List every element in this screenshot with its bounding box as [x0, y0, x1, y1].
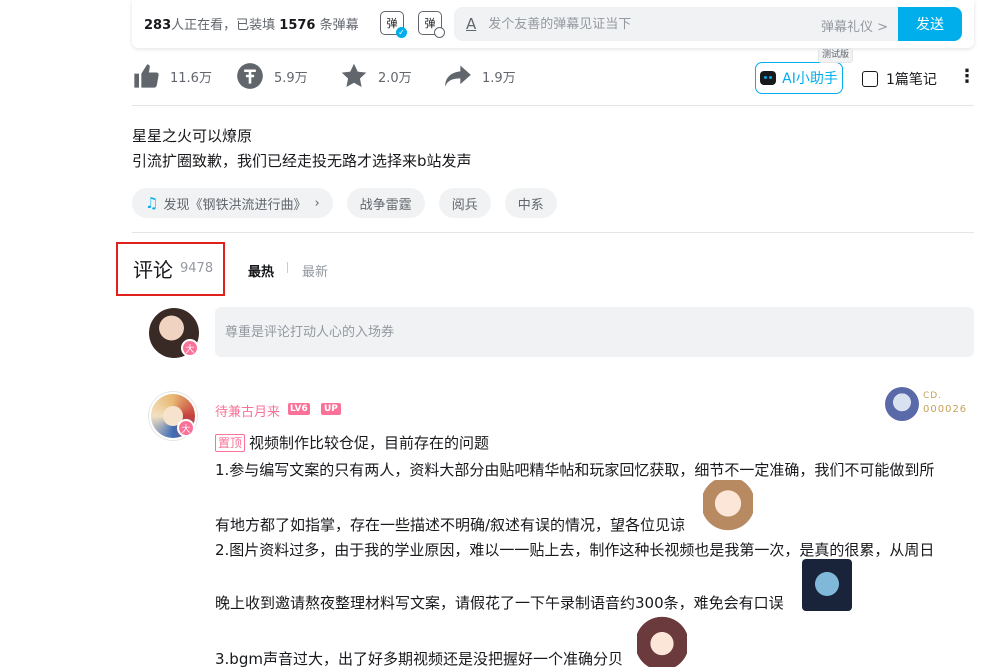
danmaku-settings-icon[interactable]: 弹 — [418, 11, 445, 38]
danmaku-etiquette-link[interactable]: 弹幕礼仪 > — [821, 16, 888, 35]
danmaku-input[interactable] — [488, 16, 789, 32]
comment-line: 置顶 视频制作比较仓促，目前存在的问题 — [215, 432, 489, 453]
tag-chinese-line[interactable]: 中系 — [504, 188, 557, 218]
viewer-count: 283 — [144, 18, 172, 33]
danmaku-toggle-icon[interactable]: 弹 ✓ — [380, 11, 407, 38]
thumbs-up-icon — [134, 64, 159, 88]
music-note-icon: ♫ — [145, 194, 159, 212]
loaded-suffix: 条弹幕 — [315, 18, 359, 33]
divider — [132, 232, 974, 233]
danmaku-input-wrapper: A 弹幕礼仪 > — [454, 7, 898, 41]
beta-badge: 测试版 — [818, 48, 854, 63]
share-count: 1.9万 — [482, 70, 516, 86]
share-arrow-icon — [445, 65, 471, 87]
divider — [132, 105, 974, 106]
chevron-right-icon: › — [314, 195, 320, 211]
vip-badge: 大 — [181, 339, 199, 357]
text-style-icon[interactable]: A — [466, 15, 476, 33]
comment-line: 有地方都了如指掌，存在一些描述不明确/叙述有误的情况，望各位见谅 — [215, 516, 686, 534]
ai-assistant-button[interactable]: AI小助手 — [755, 62, 843, 94]
level-badge: LV6 — [288, 403, 310, 415]
like-button[interactable]: 11.6万 — [132, 62, 212, 90]
tag-parade[interactable]: 阅兵 — [438, 188, 491, 218]
tag-war-thunder[interactable]: 战争雷霆 — [346, 188, 425, 218]
star-icon — [341, 63, 367, 87]
tag-label: 发现《钢铁洪流进行曲》 — [163, 197, 307, 213]
comments-count: 9478 — [180, 261, 214, 276]
comment-line: 1.参与编写文案的只有两人，资料大部分由贴吧精华帖和玩家回忆获取，细节不一定准确… — [215, 461, 935, 479]
description-line-2: 引流扩圈致歉，我们已经走投无路才选择来b站发声 — [132, 152, 472, 170]
sort-separator — [287, 262, 288, 273]
emoji-sticker — [802, 559, 852, 611]
description-line-1: 星星之火可以燎原 — [132, 127, 253, 145]
comment-username[interactable]: 待兼古月来 — [215, 401, 280, 420]
video-description: 星星之火可以燎原 引流扩圈致歉，我们已经走投无路才选择来b站发声 — [132, 124, 472, 174]
gear-icon — [434, 27, 445, 38]
sort-new-tab[interactable]: 最新 — [302, 261, 328, 280]
vip-badge: 大 — [177, 419, 195, 437]
notebook-icon — [862, 71, 878, 87]
viewer-count-text: 283人正在看，已装填 1576 条弹幕 — [144, 14, 359, 33]
coin-button[interactable]: 5.9万 — [236, 62, 308, 90]
comment-line: 2.图片资料过多，由于我的学业原因，难以一一贴上去，制作这种长视频也是我第一次，… — [215, 541, 935, 559]
tag-list: ♫ 发现《钢铁洪流进行曲》 › 战争雷霆 阅兵 中系 — [132, 188, 571, 218]
fan-medal-avatar — [885, 387, 919, 421]
tag-label: 战争雷霆 — [359, 197, 412, 213]
check-icon: ✓ — [396, 27, 407, 38]
sort-hot-tab[interactable]: 最热 — [248, 261, 274, 280]
pinned-badge: 置顶 — [215, 434, 246, 452]
like-count: 11.6万 — [170, 70, 212, 86]
comment-line: 晚上收到邀请熬夜整理材料写文案，请假花了一下午录制语音约300条，难免会有口误 — [215, 594, 784, 612]
comments-title: 评论 — [133, 258, 173, 282]
coin-count: 5.9万 — [274, 70, 308, 86]
viewer-suffix: 人正在看，已装填 — [171, 18, 280, 33]
comment-input[interactable] — [225, 321, 964, 343]
danmaku-bar: 283人正在看，已装填 1576 条弹幕 弹 ✓ 弹 A 弹幕礼仪 > 发送 — [132, 0, 974, 48]
ai-assistant-label: AI小助手 — [782, 71, 838, 87]
favorite-count: 2.0万 — [378, 70, 412, 86]
notes-button[interactable]: 1篇笔记 — [862, 69, 937, 89]
share-button[interactable]: 1.9万 — [444, 62, 516, 90]
tag-music[interactable]: ♫ 发现《钢铁洪流进行曲》 › — [132, 188, 333, 218]
coin-icon — [237, 63, 263, 89]
comment-line-text: 视频制作比较仓促，目前存在的问题 — [249, 434, 490, 452]
danmaku-loaded-count: 1576 — [279, 18, 316, 33]
notes-label: 1篇笔记 — [886, 72, 937, 88]
emoji-sticker — [703, 480, 753, 532]
fan-medal-name: CD. — [923, 391, 943, 401]
tag-label: 阅兵 — [451, 197, 478, 213]
emoji-sticker — [637, 615, 687, 667]
video-toolbar: 11.6万 5.9万 2.0万 1.9万 AI小助手 测试版 1篇笔记 ⋮ — [132, 48, 976, 98]
robot-icon — [760, 71, 777, 85]
favorite-button[interactable]: 2.0万 — [340, 62, 412, 90]
fan-medal-number: 000026 — [923, 404, 968, 415]
danmaku-send-button[interactable]: 发送 — [898, 7, 962, 41]
comment-input-box — [215, 307, 974, 357]
comment-line: 3.bgm声音过大，出了好多期视频还是没把握好一个准确分贝 — [215, 650, 623, 668]
tag-label: 中系 — [517, 197, 544, 213]
more-options-icon[interactable]: ⋮ — [958, 66, 976, 88]
up-badge: UP — [321, 403, 341, 415]
